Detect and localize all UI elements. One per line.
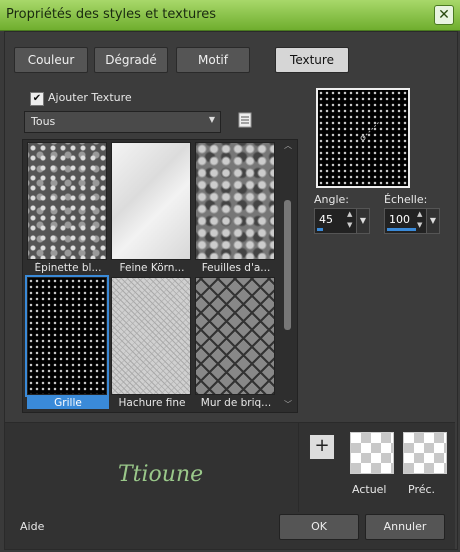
- category-value: Tous: [31, 115, 56, 128]
- scale-value: 100: [389, 213, 410, 226]
- previous-swatch[interactable]: [403, 432, 447, 474]
- texture-caption: Grille: [27, 397, 109, 409]
- angle-label: Angle:: [314, 193, 350, 206]
- angle-value: 45: [319, 213, 333, 226]
- title-bar: Propriétés des styles et textures ✕: [0, 0, 460, 31]
- texture-caption: Épinette bl...: [34, 262, 102, 274]
- texture-thumbnail: [111, 277, 191, 395]
- window-title: Propriétés des styles et textures: [6, 7, 217, 22]
- gallery-scrollbar[interactable]: ︿ ﹀: [282, 140, 294, 410]
- texture-thumbnail: [111, 142, 191, 260]
- add-texture-checkbox[interactable]: ✔: [30, 92, 44, 106]
- angle-level-bar: [317, 228, 323, 231]
- spin-arrows-icon[interactable]: ▲ ▼: [347, 209, 352, 231]
- texture-thumbnail: [195, 277, 275, 395]
- scale-label: Échelle:: [384, 193, 428, 206]
- cancel-button[interactable]: Annuler: [365, 514, 445, 540]
- add-swatch-button[interactable]: +: [309, 434, 335, 460]
- texture-caption: Mur de briq...: [200, 397, 272, 409]
- tab-texture[interactable]: Texture: [275, 47, 349, 73]
- texture-item[interactable]: Feuilles d'a...: [195, 142, 275, 274]
- texture-caption: Hachure fine: [118, 397, 186, 409]
- texture-browser-icon[interactable]: [238, 112, 252, 128]
- add-texture-label: Ajouter Texture: [48, 91, 132, 104]
- tab-degrade[interactable]: Dégradé: [94, 47, 168, 73]
- texture-item[interactable]: Mur de briq...: [195, 277, 275, 409]
- texture-item[interactable]: Hachure fine: [111, 277, 191, 409]
- ok-button[interactable]: OK: [279, 514, 359, 540]
- spin-arrows-icon[interactable]: ▲ ▼: [417, 209, 422, 231]
- texture-gallery: Épinette bl... Feine Körn... Feuilles d'…: [22, 139, 298, 413]
- watermark-signature: Ttioune: [118, 462, 204, 487]
- scale-level-bar: [387, 228, 416, 231]
- category-select[interactable]: Tous ▼: [24, 111, 221, 133]
- texture-thumbnail: [195, 142, 275, 260]
- texture-preview: [316, 88, 410, 188]
- texture-item[interactable]: Feine Körn...: [111, 142, 191, 274]
- texture-item[interactable]: Épinette bl...: [27, 142, 107, 274]
- chevron-up-icon[interactable]: ︿: [284, 140, 292, 151]
- close-icon: ✕: [438, 7, 450, 23]
- texture-item-selected[interactable]: Grille: [25, 275, 109, 409]
- current-swatch[interactable]: [350, 432, 394, 474]
- texture-thumbnail: [25, 275, 109, 397]
- chevron-down-icon[interactable]: ﹀: [284, 399, 292, 410]
- previous-swatch-label: Préc.: [408, 483, 436, 496]
- help-link[interactable]: Aide: [20, 520, 44, 533]
- chevron-down-icon: ▼: [208, 115, 215, 124]
- texture-thumbnail: [27, 142, 107, 260]
- scale-dropdown-button[interactable]: ▼: [426, 208, 440, 234]
- angle-dropdown-button[interactable]: ▼: [356, 208, 370, 234]
- current-swatch-label: Actuel: [352, 483, 387, 496]
- scrollbar-thumb[interactable]: [284, 200, 291, 330]
- texture-caption: Feuilles d'a...: [201, 262, 271, 274]
- divider: [298, 422, 299, 512]
- plus-icon: +: [314, 435, 330, 456]
- tab-couleur[interactable]: Couleur: [14, 47, 88, 73]
- texture-caption: Feine Körn...: [119, 262, 185, 274]
- tab-motif[interactable]: Motif: [176, 47, 250, 73]
- close-button[interactable]: ✕: [434, 5, 454, 25]
- angle-indicator-icon: [360, 120, 381, 141]
